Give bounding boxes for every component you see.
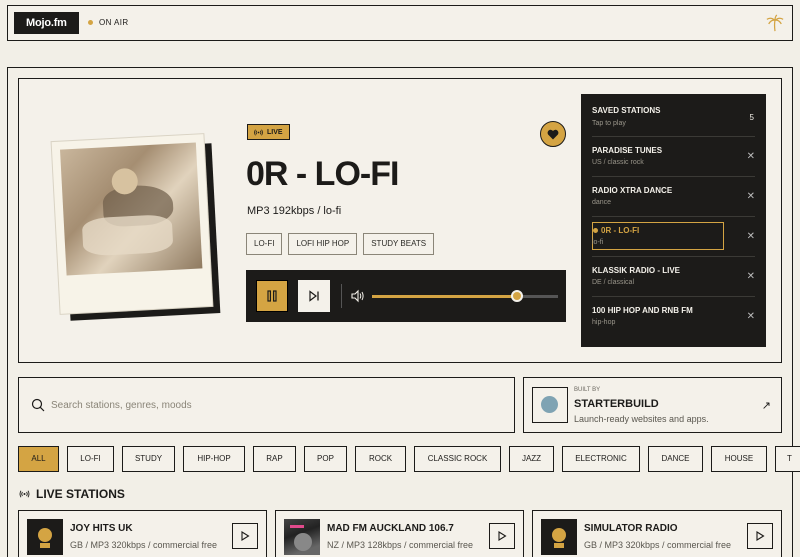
logo[interactable]: Mojo.fm — [14, 12, 79, 34]
top-bar: Mojo.fm ON AIR — [7, 5, 793, 41]
broadcast-icon — [19, 490, 30, 498]
play-icon — [498, 531, 507, 541]
station-desc: GB / MP3 320kbps / commercial free — [70, 540, 218, 550]
station-card[interactable]: SIMULATOR RADIO GB / MP3 320kbps / comme… — [532, 510, 782, 557]
genre-chip-hip-hop[interactable]: HIP-HOP — [183, 446, 245, 472]
saved-stations-panel: SAVED STATIONS Tap to play 5 PARADISE TU… — [581, 94, 766, 347]
album-art — [51, 134, 213, 314]
genre-chip-jazz[interactable]: JAZZ — [509, 446, 554, 472]
genre-filter-bar: ALL LO-FI STUDY HIP-HOP RAP POP ROCK CLA… — [18, 446, 800, 472]
saved-station-name: RADIO XTRA DANCE — [592, 186, 673, 195]
genre-chip-electronic[interactable]: ELECTRONIC — [562, 446, 640, 472]
station-desc: NZ / MP3 128kbps / commercial free — [327, 540, 474, 550]
saved-station-name: 100 HIP HOP AND RNB FM — [592, 306, 693, 315]
live-label: LIVE — [267, 128, 283, 136]
volume-icon[interactable] — [351, 289, 365, 303]
genre-chip-lo-fi[interactable]: LO-FI — [67, 446, 114, 472]
play-button[interactable] — [489, 523, 515, 549]
station-art — [284, 519, 320, 555]
saved-station-item[interactable]: 100 HIP HOP AND RNB FM hip-hop ✕ — [592, 296, 755, 330]
station-tags: LO-FI LOFI HIP HOP STUDY BEATS — [246, 233, 435, 255]
builder-name: STARTERBUILD — [574, 398, 659, 410]
remove-icon[interactable]: ✕ — [747, 151, 755, 162]
play-button[interactable] — [747, 523, 773, 549]
volume-fill — [372, 295, 518, 298]
on-air-label: ON AIR — [99, 18, 129, 27]
player-controls — [246, 270, 566, 322]
album-photo — [60, 142, 203, 276]
genre-chip-dance[interactable]: DANCE — [648, 446, 703, 472]
search-icon — [31, 398, 45, 412]
play-button[interactable] — [232, 523, 258, 549]
genre-chip-study[interactable]: STUDY — [122, 446, 175, 472]
saved-station-sub: hip-hop — [592, 319, 616, 326]
remove-icon[interactable]: ✕ — [747, 191, 755, 202]
saved-station-name: KLASSIK RADIO - LIVE — [592, 266, 681, 275]
station-name: JOY HITS UK — [70, 523, 133, 534]
saved-station-item-active[interactable]: 0R - LO-FI lo-fi ✕ — [592, 216, 755, 250]
station-desc: GB / MP3 320kbps / commercial free — [584, 540, 732, 550]
pause-icon — [267, 290, 277, 302]
play-icon — [241, 531, 250, 541]
tag-lofi-hip-hop[interactable]: LOFI HIP HOP — [288, 233, 358, 255]
genre-chip-pop[interactable]: POP — [304, 446, 347, 472]
on-air-indicator: ON AIR — [88, 18, 129, 27]
saved-station-sub: US / classic rock — [592, 159, 644, 166]
on-air-dot-icon — [88, 20, 93, 25]
builder-description: Launch-ready websites and apps. — [574, 414, 709, 424]
external-link-icon: ↗ — [761, 400, 771, 412]
active-dot-icon — [593, 228, 598, 233]
genre-chip-house[interactable]: HOUSE — [711, 446, 767, 472]
genre-chip-truncated[interactable]: T — [775, 446, 800, 472]
tag-lo-fi[interactable]: LO-FI — [246, 233, 283, 255]
genre-chip-classic-rock[interactable]: CLASSIC ROCK — [414, 446, 501, 472]
station-meta: MP3 192kbps / lo-fi — [247, 205, 342, 217]
volume-slider[interactable] — [372, 290, 558, 302]
live-badge: LIVE — [247, 124, 290, 140]
genre-chip-rock[interactable]: ROCK — [355, 446, 406, 472]
remove-icon[interactable]: ✕ — [747, 271, 755, 282]
station-title: 0R - LO-FI — [246, 155, 399, 193]
search-input[interactable] — [51, 396, 491, 414]
palm-tree-icon[interactable] — [766, 13, 784, 33]
pause-button[interactable] — [256, 280, 288, 312]
live-stations-header: LIVE STATIONS — [19, 487, 125, 501]
builder-promo[interactable]: BUILT BY STARTERBUILD Launch-ready websi… — [523, 377, 782, 433]
station-card[interactable]: MAD FM AUCKLAND 106.7 NZ / MP3 128kbps /… — [275, 510, 524, 557]
saved-stations-subtitle: Tap to play — [592, 120, 626, 127]
next-button[interactable] — [298, 280, 330, 312]
saved-station-sub: DE / classical — [592, 279, 635, 286]
builder-by-label: BUILT BY — [574, 387, 601, 393]
remove-icon[interactable]: ✕ — [747, 311, 755, 322]
station-name: MAD FM AUCKLAND 106.7 — [327, 523, 454, 534]
tag-study-beats[interactable]: STUDY BEATS — [363, 233, 435, 255]
station-card[interactable]: JOY HITS UK GB / MP3 320kbps / commercia… — [18, 510, 267, 557]
station-art — [541, 519, 577, 555]
heart-icon — [547, 129, 559, 139]
saved-station-sub: lo-fi — [592, 239, 604, 246]
genre-chip-all[interactable]: ALL — [18, 446, 59, 472]
saved-stations-title: SAVED STATIONS — [592, 106, 661, 115]
builder-logo — [532, 387, 568, 423]
saved-station-item[interactable]: RADIO XTRA DANCE dance ✕ — [592, 176, 755, 210]
saved-station-name: 0R - LO-FI — [601, 226, 640, 235]
player-divider — [341, 284, 342, 308]
genre-chip-rap[interactable]: RAP — [253, 446, 296, 472]
saved-station-name: PARADISE TUNES — [592, 146, 663, 155]
favorite-button[interactable] — [540, 121, 566, 147]
saved-station-item[interactable]: KLASSIK RADIO - LIVE DE / classical ✕ — [592, 256, 755, 290]
broadcast-icon — [254, 128, 263, 136]
volume-handle[interactable] — [511, 290, 524, 302]
saved-count: 5 — [749, 113, 754, 122]
saved-station-item[interactable]: PARADISE TUNES US / classic rock ✕ — [592, 136, 755, 170]
search-box — [18, 377, 515, 433]
station-art — [27, 519, 63, 555]
live-stations-title: LIVE STATIONS — [36, 487, 125, 501]
play-icon — [756, 531, 765, 541]
saved-station-sub: dance — [592, 199, 612, 206]
skip-next-icon — [309, 290, 319, 302]
remove-icon[interactable]: ✕ — [747, 231, 755, 242]
station-name: SIMULATOR RADIO — [584, 523, 678, 534]
